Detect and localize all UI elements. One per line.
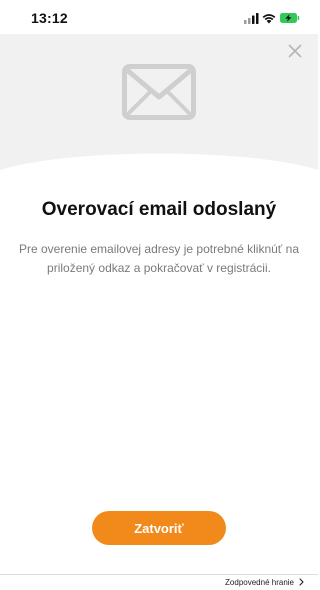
wifi-icon — [262, 14, 276, 24]
battery-charging-icon — [280, 13, 300, 23]
envelope-icon — [122, 64, 196, 125]
status-icons — [244, 11, 300, 25]
close-button[interactable]: Zatvoriť — [92, 511, 226, 545]
cellular-signal-icon — [244, 13, 259, 24]
responsible-gaming-link[interactable]: Zodpovedné hranie — [225, 576, 304, 588]
responsible-gaming-label: Zodpovedné hranie — [225, 577, 294, 587]
modal-title: Overovací email odoslaný — [41, 199, 277, 220]
hero-curve — [0, 150, 318, 190]
chevron-right-icon — [299, 578, 304, 586]
footer-divider — [0, 574, 318, 575]
status-time: 13:12 — [31, 10, 68, 26]
close-icon[interactable] — [288, 44, 302, 58]
modal-message: Pre overenie emailovej adresy je potrebn… — [19, 242, 299, 275]
status-bar: 13:12 — [0, 0, 318, 34]
